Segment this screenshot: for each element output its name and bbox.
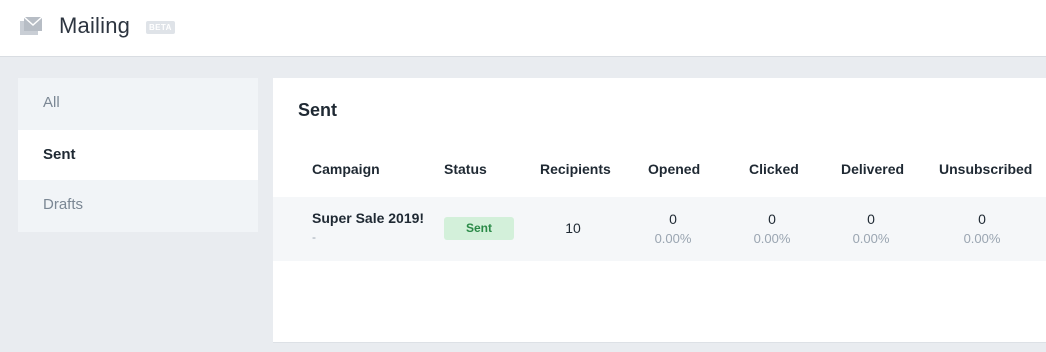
column-header-status: Status [444, 161, 487, 177]
column-header-delivered: Delivered [841, 161, 905, 177]
campaign-panel: Sent Campaign Status Recipients Opened C… [273, 78, 1046, 343]
column-header-opened: Opened [648, 161, 701, 177]
delivered-rate: 0.00% [852, 231, 890, 246]
column-header-recipients: Recipients [540, 161, 611, 177]
column-header-unsubscribed: Unsubscribed [939, 161, 1033, 177]
delivered-count: 0 [867, 211, 875, 227]
column-header-campaign: Campaign [312, 161, 380, 177]
opened-count: 0 [669, 211, 677, 227]
table-row[interactable]: Super Sale 2019! - Sent 10 0 0.00% 0 0.0… [273, 197, 1046, 261]
unsubscribed-rate: 0.00% [963, 231, 1001, 246]
status-badge: Sent [444, 217, 514, 240]
opened-rate: 0.00% [654, 231, 692, 246]
column-header-clicked: Clicked [749, 161, 799, 177]
top-header: Mailing BETA [0, 0, 1046, 57]
campaign-subtitle: - [312, 230, 316, 244]
recipients-count: 10 [565, 220, 581, 236]
beta-badge: BETA [146, 21, 175, 34]
mail-stack-icon [20, 16, 43, 35]
campaign-name[interactable]: Super Sale 2019! [312, 210, 424, 226]
sidebar-item-sent[interactable]: Sent [18, 130, 258, 180]
sidebar-item-drafts[interactable]: Drafts [18, 180, 258, 230]
sidebar-nav: All Sent Drafts [18, 78, 258, 232]
app-title: Mailing [59, 13, 131, 38]
sidebar-item-all[interactable]: All [18, 78, 258, 128]
page-title: Sent [298, 100, 338, 120]
clicked-count: 0 [768, 211, 776, 227]
unsubscribed-count: 0 [978, 211, 986, 227]
clicked-rate: 0.00% [753, 231, 791, 246]
